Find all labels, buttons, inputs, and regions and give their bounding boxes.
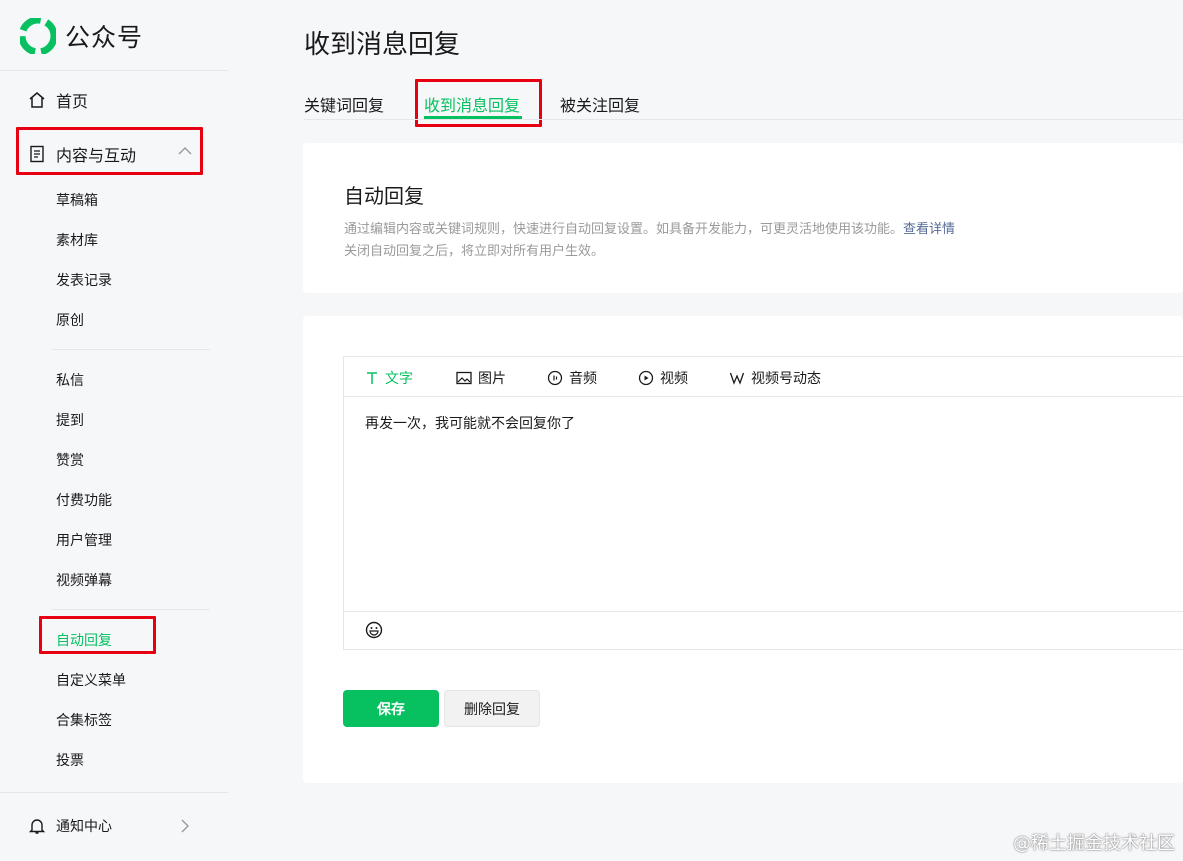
tool-text[interactable]: 文字 <box>365 368 413 388</box>
nav-home[interactable]: 首页 <box>28 88 88 112</box>
home-icon <box>28 91 46 109</box>
chevron-right-icon[interactable] <box>180 819 190 833</box>
description-line-1: 通过编辑内容或关键词规则，快速进行自动回复设置。如具备开发能力，可更灵活地使用该… <box>344 218 955 237</box>
nav-item-custom-menu[interactable]: 自定义菜单 <box>56 670 126 690</box>
nav-home-label: 首页 <box>56 92 89 111</box>
nav-item-drafts[interactable]: 草稿箱 <box>56 190 98 210</box>
main-content: 收到消息回复 关键词回复 收到消息回复 被关注回复 自动回复 通过编辑内容或关键… <box>228 0 1183 861</box>
delete-reply-button[interactable]: 删除回复 <box>444 690 540 727</box>
tool-video-label: 视频 <box>660 371 688 387</box>
active-tab-indicator <box>424 116 522 119</box>
tab-keyword-reply[interactable]: 关键词回复 <box>304 92 384 116</box>
tool-video[interactable]: 视频 <box>638 368 688 388</box>
sidebar: 公众号 首页 内容与互动 草稿箱 素材库 发表记录 原创 私信 提到 赞赏 付费… <box>0 0 228 861</box>
nav-item-rewards[interactable]: 赞赏 <box>56 450 84 470</box>
view-details-link[interactable]: 查看详情 <box>903 222 955 237</box>
play-circle-icon <box>638 370 654 386</box>
wechat-official-logo-icon <box>20 18 56 54</box>
reply-tabs: 关键词回复 收到消息回复 被关注回复 <box>304 90 1183 120</box>
editor-toolbar: 文字 图片 音频 视频 视频号动态 <box>344 357 1183 397</box>
emoji-icon[interactable] <box>365 621 383 639</box>
divider <box>0 792 228 793</box>
nav-item-original[interactable]: 原创 <box>56 310 84 330</box>
nav-item-materials[interactable]: 素材库 <box>56 230 98 250</box>
description-line-2: 关闭自动回复之后，将立即对所有用户生效。 <box>344 244 605 259</box>
watermark: @稀土掘金技术社区 <box>1013 833 1175 854</box>
tool-audio[interactable]: 音频 <box>547 368 597 388</box>
save-button[interactable]: 保存 <box>343 690 439 727</box>
nav-item-mentions[interactable]: 提到 <box>56 410 84 430</box>
nav-item-vote[interactable]: 投票 <box>56 750 84 770</box>
page-title: 收到消息回复 <box>304 30 461 60</box>
divider <box>52 609 210 610</box>
image-icon <box>456 371 472 385</box>
tool-audio-label: 音频 <box>569 371 597 387</box>
divider <box>0 70 228 71</box>
bell-icon <box>28 817 46 835</box>
audio-icon <box>547 370 563 386</box>
reply-content-textarea[interactable]: 再发一次，我可能就不会回复你了 <box>365 413 575 433</box>
section-title: 自动回复 <box>344 184 424 208</box>
editor-footer <box>344 611 1183 649</box>
nav-item-messages[interactable]: 私信 <box>56 370 84 390</box>
reply-editor: 文字 图片 音频 视频 视频号动态 再发一次，我可能就不会回复你了 <box>343 356 1183 650</box>
nav-item-collection-tags[interactable]: 合集标签 <box>56 710 112 730</box>
app-logo[interactable]: 公众号 <box>20 18 143 54</box>
nav-content-label: 内容与互动 <box>56 146 137 165</box>
nav-item-auto-reply[interactable]: 自动回复 <box>56 630 112 650</box>
auto-reply-info-card: 自动回复 通过编辑内容或关键词规则，快速进行自动回复设置。如具备开发能力，可更灵… <box>303 143 1183 293</box>
text-icon <box>367 372 377 384</box>
tool-channels-post[interactable]: 视频号动态 <box>729 368 821 388</box>
channels-icon <box>729 372 745 385</box>
reply-editor-card: 文字 图片 音频 视频 视频号动态 再发一次，我可能就不会回复你了 保存 删除回… <box>303 316 1183 783</box>
nav-notification-center[interactable]: 通知中心 <box>28 816 112 836</box>
nav-notification-label: 通知中心 <box>56 819 112 835</box>
chevron-up-icon[interactable] <box>178 146 192 156</box>
app-name: 公众号 <box>65 23 144 52</box>
nav-item-video-danmaku[interactable]: 视频弹幕 <box>56 570 112 590</box>
document-icon <box>28 145 46 163</box>
tab-message-reply[interactable]: 收到消息回复 <box>424 92 520 116</box>
tab-follow-reply[interactable]: 被关注回复 <box>560 92 640 116</box>
divider <box>52 349 210 350</box>
tool-text-label: 文字 <box>385 371 413 387</box>
tool-image-label: 图片 <box>478 371 506 387</box>
nav-item-paid-features[interactable]: 付费功能 <box>56 490 112 510</box>
nav-content-interaction[interactable]: 内容与互动 <box>28 142 136 166</box>
nav-item-user-management[interactable]: 用户管理 <box>56 530 112 550</box>
nav-item-publish-history[interactable]: 发表记录 <box>56 270 112 290</box>
description-text: 通过编辑内容或关键词规则，快速进行自动回复设置。如具备开发能力，可更灵活地使用该… <box>344 222 904 237</box>
tool-image[interactable]: 图片 <box>456 368 506 388</box>
tool-channels-label: 视频号动态 <box>751 371 821 387</box>
